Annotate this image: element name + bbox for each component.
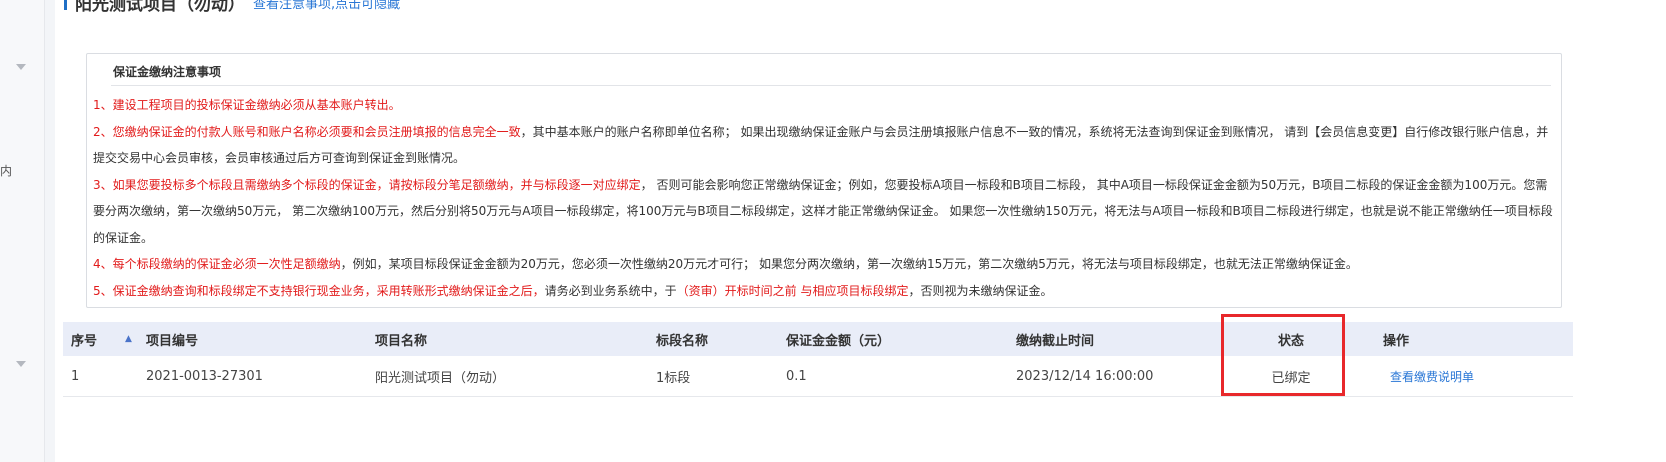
cell-project-no: 2021-0013-27301 (146, 368, 263, 384)
page-title: 阳光测试项目（勿动） (75, 0, 245, 15)
notice-item-5-emphasis-2: （资审）开标时间之前 与相应项目标段绑定 (676, 283, 909, 298)
cell-deadline: 2023/12/14 16:00:00 (1016, 368, 1154, 384)
cell-amount: 0.1 (786, 368, 807, 384)
table-row: 1 2021-0013-27301 阳光测试项目（勿动） 1标段 0.1 202… (63, 356, 1573, 397)
col-header-action: 操作 (1383, 333, 1410, 349)
col-header-seq-label: 序号 (71, 333, 98, 349)
col-header-seq[interactable]: 序号 ▲ (71, 322, 132, 356)
notice-item-4: 4、每个标段缴纳的保证金必须一次性足额缴纳，例如，某项目标段保证金金额为20万元… (93, 251, 1553, 278)
notice-item-2: 2、您缴纳保证金的付款人账号和账户名称必须要和会员注册填报的信息完全一致，其中基… (93, 119, 1553, 172)
notice-item-4-emphasis: 4、每个标段缴纳的保证金必须一次性足额缴纳 (93, 257, 341, 271)
col-header-amount: 保证金金额（元） (786, 333, 891, 349)
notice-item-5-emphasis: 5、保证金缴纳查询和标段绑定不支持银行现金业务，采用转账形式缴纳保证金之后， (93, 283, 545, 298)
notice-title: 保证金缴纳注意事项 (113, 65, 222, 79)
notice-item-4-text: ，例如，某项目标段保证金金额为20万元，您必须一次性缴纳20万元才可行； 如果您… (340, 257, 1358, 271)
notice-item-3: 3、如果您要投标多个标段且需缴纳多个标段的保证金，请按标段分笔足额缴纳，并与标段… (93, 172, 1553, 252)
view-payment-notice-link[interactable]: 查看缴费说明单 (1390, 368, 1474, 385)
status-highlight-box (1221, 314, 1345, 396)
cell-seq: 1 (71, 368, 80, 384)
sort-up-icon[interactable]: ▲ (125, 334, 132, 344)
title-accent-bar (64, 0, 67, 10)
chevron-down-icon[interactable] (16, 64, 26, 70)
notice-item-5: 5、保证金缴纳查询和标段绑定不支持银行现金业务，采用转账形式缴纳保证金之后，请务… (93, 278, 1553, 305)
notice-divider (111, 85, 1551, 86)
cell-project-name: 阳光测试项目（勿动） (375, 370, 506, 386)
cell-section-name: 1标段 (656, 370, 691, 386)
notice-item-5-text: 请务必到业务系统中，于 (544, 283, 677, 298)
notice-list: 1、建设工程项目的投标保证金缴纳必须从基本账户转出。 2、您缴纳保证金的付款人账… (93, 92, 1553, 304)
deposit-table: 序号 ▲ 项目编号 项目名称 标段名称 保证金金额（元） 缴纳截止时间 状态 操… (63, 322, 1573, 397)
page-header: 阳光测试项目（勿动） 查看注意事项,点击可隐藏 (64, 0, 400, 15)
col-header-deadline: 缴纳截止时间 (1016, 333, 1095, 349)
col-header-project-no: 项目编号 (146, 333, 199, 349)
col-header-project-name: 项目名称 (375, 333, 428, 349)
notice-panel: 保证金缴纳注意事项 1、建设工程项目的投标保证金缴纳必须从基本账户转出。 2、您… (86, 53, 1562, 308)
chevron-down-icon[interactable] (16, 361, 26, 367)
main-content: 阳光测试项目（勿动） 查看注意事项,点击可隐藏 保证金缴纳注意事项 1、建设工程… (55, 0, 1666, 462)
notice-item-1-emphasis: 1、建设工程项目的投标保证金缴纳必须从基本账户转出。 (93, 98, 401, 112)
toggle-notice-link[interactable]: 查看注意事项,点击可隐藏 (253, 0, 400, 12)
left-sidebar: 内 (0, 0, 45, 462)
notice-item-1: 1、建设工程项目的投标保证金缴纳必须从基本账户转出。 (93, 92, 1553, 119)
notice-item-5-text-2: ，否则视为未缴纳保证金。 (908, 283, 1053, 298)
sidebar-partial-label: 内 (0, 164, 13, 178)
notice-item-3-emphasis: 3、如果您要投标多个标段且需缴纳多个标段的保证金，请按标段分笔足额缴纳，并与标段… (93, 177, 641, 192)
table-header: 序号 ▲ 项目编号 项目名称 标段名称 保证金金额（元） 缴纳截止时间 状态 操… (63, 322, 1573, 356)
notice-item-2-emphasis: 2、您缴纳保证金的付款人账号和账户名称必须要和会员注册填报的信息完全一致 (93, 124, 521, 139)
cell-action: 查看缴费说明单 (1390, 356, 1474, 396)
col-header-section-name: 标段名称 (656, 333, 709, 349)
